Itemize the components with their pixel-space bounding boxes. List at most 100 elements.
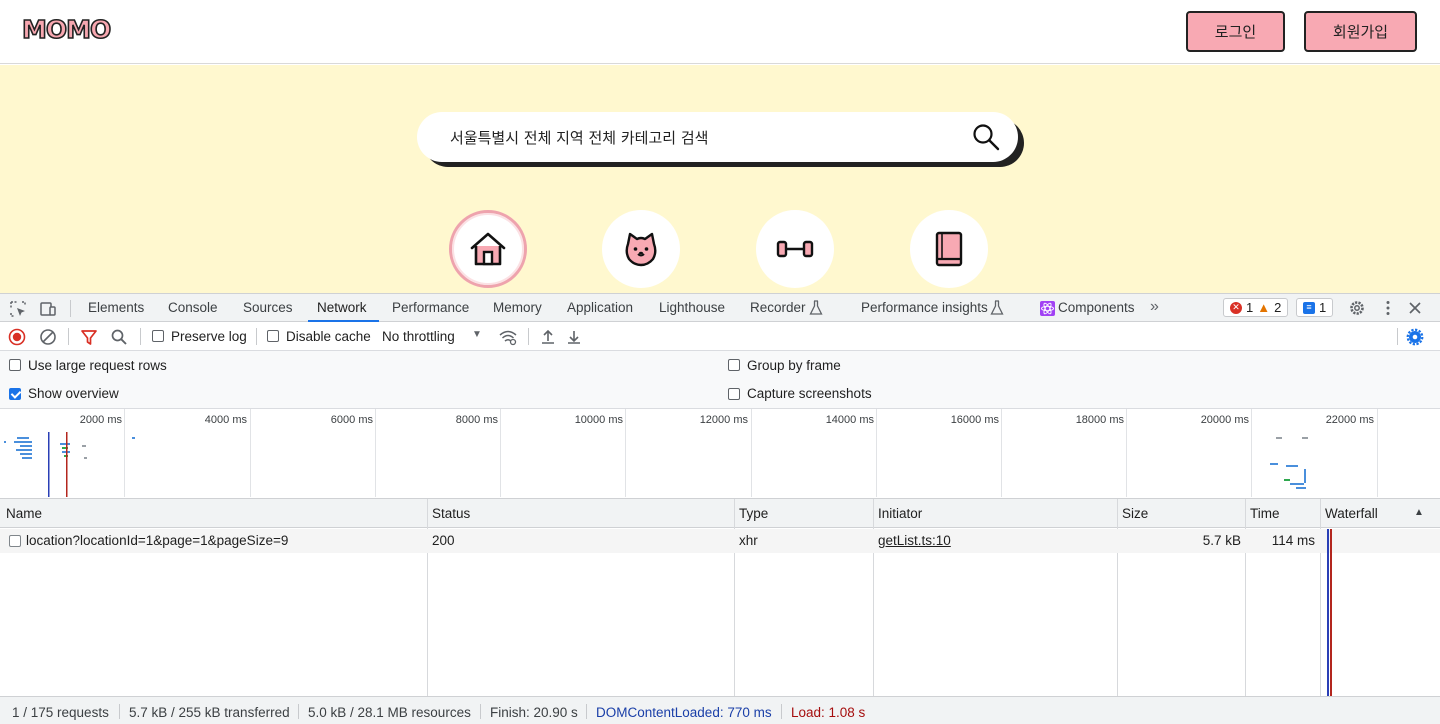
download-har-icon[interactable]: [565, 328, 583, 346]
column-header-type[interactable]: Type: [739, 506, 768, 521]
category-exercise[interactable]: [756, 210, 834, 288]
inspect-element-icon[interactable]: [9, 300, 27, 318]
overview-request-bars: [4, 432, 1308, 497]
disable-cache-label: Disable cache: [286, 329, 371, 344]
house-icon: [470, 232, 506, 266]
divider: [480, 704, 481, 719]
column-header-waterfall[interactable]: Waterfall: [1325, 506, 1378, 521]
finish-time: Finish: 20.90 s: [490, 705, 578, 720]
react-icon: [1040, 301, 1055, 316]
message-icon: ≡: [1303, 301, 1315, 314]
network-settings-gear-icon[interactable]: [1406, 328, 1424, 346]
sort-ascending-icon[interactable]: ▲: [1414, 507, 1424, 518]
preserve-log-label: Preserve log: [171, 329, 247, 344]
tab-elements[interactable]: Elements: [88, 300, 144, 315]
category-pet[interactable]: [602, 210, 680, 288]
tab-console[interactable]: Console: [168, 300, 218, 315]
category-study[interactable]: [910, 210, 988, 288]
tab-network[interactable]: Network: [317, 300, 367, 315]
chevron-down-icon[interactable]: ▼: [472, 329, 482, 340]
close-icon[interactable]: [1406, 299, 1424, 317]
search-bar-text: 서울특별시 전체 지역 전체 카테고리 검색: [450, 129, 709, 147]
column-header-status[interactable]: Status: [432, 506, 470, 521]
large-request-rows-label: Use large request rows: [28, 358, 167, 373]
resources-size: 5.0 kB / 28.1 MB resources: [308, 705, 471, 720]
dom-content-loaded-time: DOMContentLoaded: 770 ms: [596, 705, 772, 720]
request-initiator-link[interactable]: getList.ts:10: [878, 533, 951, 548]
divider: [70, 300, 71, 317]
tab-performance[interactable]: Performance: [392, 300, 469, 315]
show-overview-checkbox[interactable]: [9, 388, 21, 400]
divider: [68, 328, 69, 345]
filter-icon[interactable]: [80, 328, 98, 346]
upload-har-icon[interactable]: [539, 328, 557, 346]
device-toolbar-icon[interactable]: [39, 300, 57, 318]
category-home[interactable]: [449, 210, 527, 288]
table-row[interactable]: location?locationId=1&page=1&pageSize=9 …: [0, 529, 1440, 553]
book-icon: [935, 231, 963, 267]
show-overview-label: Show overview: [28, 386, 119, 401]
column-header-name[interactable]: Name: [6, 506, 42, 521]
gear-icon[interactable]: [1348, 299, 1366, 317]
large-request-rows-checkbox[interactable]: [9, 359, 21, 371]
request-status: 200: [432, 533, 455, 548]
waterfall-load-line: [1330, 529, 1332, 696]
login-button[interactable]: 로그인: [1186, 11, 1285, 52]
request-name[interactable]: location?locationId=1&page=1&pageSize=9: [26, 533, 288, 548]
column-header-initiator[interactable]: Initiator: [878, 506, 922, 521]
warning-icon: ▲: [1257, 300, 1271, 315]
divider: [140, 328, 141, 345]
throttling-select[interactable]: No throttling: [382, 329, 455, 344]
search-bar[interactable]: 서울특별시 전체 지역 전체 카테고리 검색: [417, 112, 1018, 162]
column-header-time[interactable]: Time: [1250, 506, 1280, 521]
group-by-frame-label: Group by frame: [747, 358, 841, 373]
site-header: MOMO 로그인 회원가입: [0, 0, 1440, 64]
network-status-bar: 1 / 175 requests 5.7 kB / 255 kB transfe…: [0, 696, 1440, 724]
tab-performance-insights[interactable]: Performance insights: [861, 300, 988, 315]
clear-icon[interactable]: [39, 328, 57, 346]
tab-recorder[interactable]: Recorder: [750, 300, 806, 315]
message-counter[interactable]: ≡ 1: [1296, 298, 1334, 317]
divider: [298, 704, 299, 719]
group-by-frame-checkbox[interactable]: [728, 359, 740, 371]
signup-button[interactable]: 회원가입: [1304, 11, 1417, 52]
record-stop-icon[interactable]: [8, 328, 26, 346]
capture-screenshots-checkbox[interactable]: [728, 388, 740, 400]
capture-screenshots-label: Capture screenshots: [747, 386, 872, 401]
network-settings-pane: Use large request rows Show overview Gro…: [0, 351, 1440, 409]
disable-cache-checkbox[interactable]: [267, 330, 279, 342]
table-header-row: Name Status Type Initiator Size Time Wat…: [0, 499, 1440, 528]
devtools-panel: Elements Console Sources Network Perform…: [0, 293, 1440, 724]
preserve-log-checkbox[interactable]: [152, 330, 164, 342]
network-conditions-icon[interactable]: [498, 327, 518, 347]
momo-logo[interactable]: MOMO: [21, 14, 112, 45]
request-count: 1 / 175 requests: [12, 705, 109, 720]
search-icon[interactable]: [110, 328, 128, 346]
error-icon: ✕: [1230, 301, 1242, 314]
column-header-size[interactable]: Size: [1122, 506, 1148, 521]
error-count: 1: [1246, 300, 1254, 315]
hero-section: 서울특별시 전체 지역 전체 카테고리 검색: [0, 65, 1440, 293]
devtools-tab-bar: Elements Console Sources Network Perform…: [0, 293, 1440, 322]
info-count: 1: [1319, 300, 1327, 315]
tab-memory[interactable]: Memory: [493, 300, 542, 315]
more-options-icon[interactable]: [1379, 299, 1397, 317]
tab-application[interactable]: Application: [567, 300, 633, 315]
load-time: Load: 1.08 s: [791, 705, 866, 720]
website-viewport: MOMO 로그인 회원가입 서울특별시 전체 지역 전체 카테고리 검색: [0, 0, 1440, 293]
divider: [586, 704, 587, 719]
network-overview-timeline[interactable]: 2000 ms 4000 ms 6000 ms 8000 ms 10000 ms…: [0, 409, 1440, 499]
search-icon[interactable]: [972, 123, 1000, 151]
request-row-checkbox[interactable]: [9, 535, 21, 547]
request-type: xhr: [739, 533, 758, 548]
tab-components[interactable]: Components: [1058, 300, 1135, 315]
tab-sources[interactable]: Sources: [243, 300, 293, 315]
tab-lighthouse[interactable]: Lighthouse: [659, 300, 725, 315]
waterfall-domcontentloaded-line: [1327, 529, 1329, 696]
divider: [119, 704, 120, 719]
divider: [1397, 328, 1398, 345]
more-tabs-icon[interactable]: »: [1150, 298, 1159, 316]
issue-counters[interactable]: ✕ 1 ▲ 2: [1223, 298, 1289, 317]
flask-icon: [990, 300, 1004, 315]
divider: [528, 328, 529, 345]
